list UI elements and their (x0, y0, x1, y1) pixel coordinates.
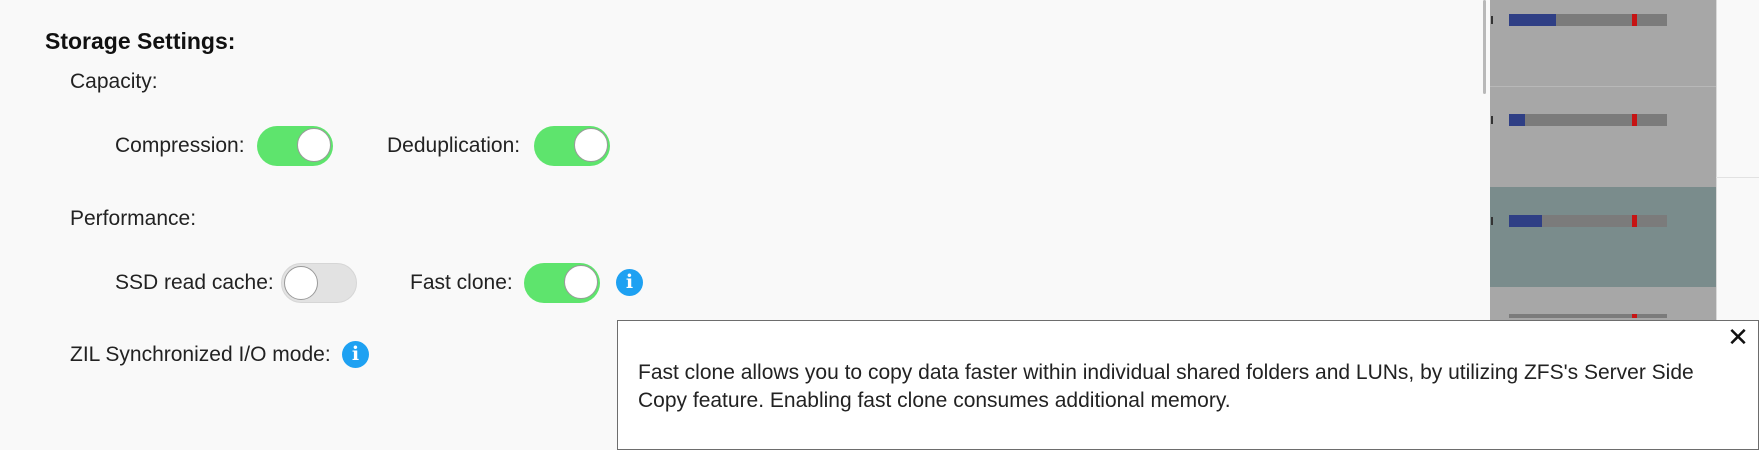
usage-threshold-marker (1632, 114, 1637, 126)
list-item (1490, 0, 1716, 86)
usage-threshold-marker (1632, 314, 1637, 318)
usage-bar-fill (1509, 114, 1525, 126)
edge-marker (1491, 217, 1493, 225)
usage-bar (1509, 114, 1667, 126)
performance-heading: Performance: (70, 207, 197, 230)
edge-marker (1491, 16, 1493, 24)
list-item-selected (1490, 187, 1716, 287)
fast-clone-tooltip: ✕ Fast clone allows you to copy data fas… (617, 320, 1759, 450)
compression-label: Compression: (115, 134, 245, 157)
close-icon[interactable]: ✕ (1726, 324, 1750, 350)
fast-clone-info-icon[interactable]: i (616, 269, 643, 296)
ssd-read-cache-label: SSD read cache: (115, 271, 274, 294)
fast-clone-toggle[interactable] (524, 263, 600, 303)
capacity-heading: Capacity: (70, 70, 158, 93)
usage-bar (1509, 14, 1667, 26)
toggle-knob (564, 265, 598, 299)
zil-mode-label: ZIL Synchronized I/O mode: (70, 343, 331, 366)
fast-clone-label: Fast clone: (410, 271, 513, 294)
ssd-read-cache-toggle[interactable] (281, 263, 357, 303)
usage-threshold-marker (1632, 215, 1637, 227)
usage-bar-fill (1509, 14, 1556, 26)
edge-marker (1491, 116, 1493, 124)
scrollbar-thumb[interactable] (1483, 0, 1486, 94)
usage-threshold-marker (1632, 14, 1637, 26)
usage-bar (1509, 314, 1667, 318)
usage-bar-fill (1509, 215, 1542, 227)
zil-info-icon[interactable]: i (342, 341, 369, 368)
deduplication-toggle[interactable] (534, 126, 610, 166)
toggle-knob (574, 128, 608, 162)
divider (1716, 177, 1759, 178)
deduplication-label: Deduplication: (387, 134, 521, 157)
list-item (1490, 86, 1716, 186)
toggle-knob (284, 266, 318, 300)
usage-bar (1509, 215, 1667, 227)
section-title: Storage Settings: (45, 28, 236, 54)
toggle-knob (297, 128, 331, 162)
compression-toggle[interactable] (257, 126, 333, 166)
tooltip-text: Fast clone allows you to copy data faste… (638, 361, 1694, 412)
